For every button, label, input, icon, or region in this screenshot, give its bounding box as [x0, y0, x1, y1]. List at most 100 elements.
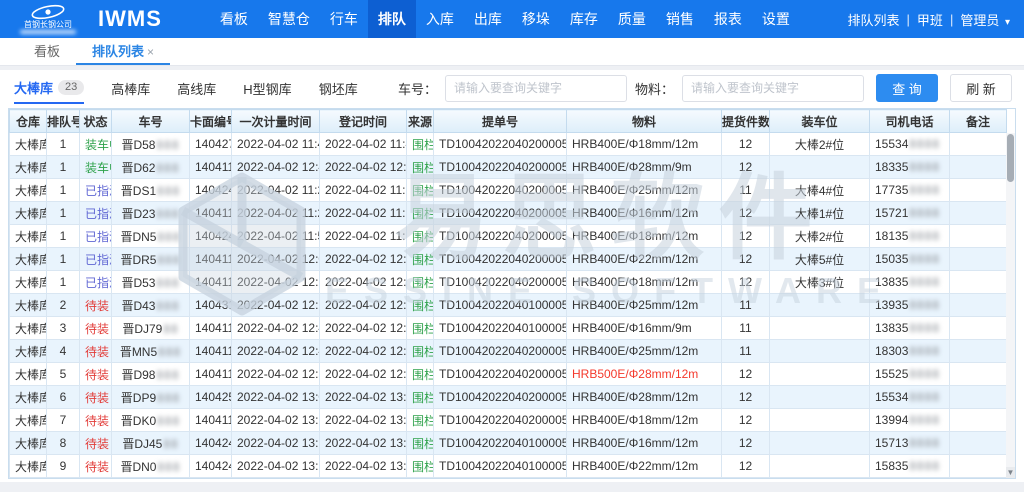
table-row[interactable]: 大棒库1已指派晋DS1888140424192022-04-02 11:2620… — [10, 179, 1007, 202]
cell-status: 装车中 — [80, 156, 112, 179]
table-row[interactable]: 大棒库7待装晋DK0888140411192022-04-02 13:11202… — [10, 409, 1007, 432]
cell-remark — [950, 363, 1007, 386]
refresh-button[interactable]: 刷 新 — [950, 74, 1012, 102]
cell-status: 待装 — [80, 294, 112, 317]
table-row[interactable]: 大棒库1已指派晋DR5888140411192022-04-02 12:0220… — [10, 248, 1007, 271]
cell-weigh-time: 2022-04-02 11:26 — [232, 179, 320, 202]
cell-phone: 139358888 — [870, 294, 950, 317]
cell-qty: 12 — [722, 225, 770, 248]
cell-register-time: 2022-04-02 11:28 — [320, 202, 407, 225]
cell-dock — [770, 317, 870, 340]
warehouse-tab-label: 大棒库 — [14, 78, 53, 97]
cell-status: 待装 — [80, 363, 112, 386]
table-row[interactable]: 大棒库1装车中晋D58888140427192022-04-02 11:4320… — [10, 133, 1007, 156]
scrollbar-thumb[interactable] — [1007, 134, 1014, 182]
nav-item-10[interactable]: 报表 — [704, 0, 752, 38]
nav-item-8[interactable]: 质量 — [608, 0, 656, 38]
cell-register-time: 2022-04-02 12:49 — [320, 340, 407, 363]
cell-queue-no: 9 — [47, 455, 80, 478]
cell-remark — [950, 386, 1007, 409]
nav-item-5[interactable]: 出库 — [464, 0, 512, 38]
cell-card-no: 14042419 — [190, 179, 232, 202]
cell-remark — [950, 179, 1007, 202]
warehouse-tabs: 大棒库 23 高棒库 高线库 H型钢库 钢坯库 — [14, 78, 358, 104]
cell-phone: 139948888 — [870, 409, 950, 432]
cell-phone: 157138888 — [870, 432, 950, 455]
cell-remark — [950, 271, 1007, 294]
table-row[interactable]: 大棒库8待装晋DJ4588140424192022-04-02 13:15202… — [10, 432, 1007, 455]
count-badge: 23 — [58, 80, 84, 95]
cell-qty: 12 — [722, 156, 770, 179]
nav-item-11[interactable]: 设置 — [752, 0, 800, 38]
app-title: IWMS — [98, 6, 162, 32]
cell-dock — [770, 386, 870, 409]
cell-bill-no: TD10042022040200005319 — [434, 409, 567, 432]
nav-item-7[interactable]: 库存 — [560, 0, 608, 38]
cell-source: 围栏 — [407, 271, 434, 294]
cell-bill-no: TD10042022040100005318 — [434, 432, 567, 455]
close-icon[interactable]: × — [147, 45, 154, 59]
cell-phone: 181358888 — [870, 225, 950, 248]
nav-item-9[interactable]: 销售 — [656, 0, 704, 38]
material-search-input[interactable] — [682, 75, 864, 102]
cell-queue-no: 1 — [47, 156, 80, 179]
table-row[interactable]: 大棒库1装车中晋D62888140411192022-04-02 12:4620… — [10, 156, 1007, 179]
table-row[interactable]: 大棒库5待装晋D98888140411192022-04-02 12:50202… — [10, 363, 1007, 386]
table-scrollbar[interactable]: ▼ — [1006, 133, 1015, 478]
cell-register-time: 2022-04-02 13:12 — [320, 409, 407, 432]
cell-bill-no: TD10042022040200005319 — [434, 179, 567, 202]
cell-weigh-time: 2022-04-02 12:24 — [232, 294, 320, 317]
nav-item-0[interactable]: 看板 — [210, 0, 258, 38]
cell-vehicle: 晋DJ4588 — [112, 432, 190, 455]
tab-dashboard[interactable]: 看板 — [18, 38, 76, 65]
query-button[interactable]: 查 询 — [876, 74, 938, 102]
cell-bill-no: TD10042022040200005319 — [434, 248, 567, 271]
table-row[interactable]: 大棒库4待装晋MN5888140411192022-04-02 12:49202… — [10, 340, 1007, 363]
cell-remark — [950, 409, 1007, 432]
cell-vehicle: 晋DS1888 — [112, 179, 190, 202]
table-row[interactable]: 大棒库1已指派晋D53888140411192022-04-02 12:2120… — [10, 271, 1007, 294]
col-bill-no: 提单号 — [434, 110, 567, 133]
cell-material: HRB400E/Φ18mm/12m — [567, 271, 722, 294]
cell-queue-no: 4 — [47, 340, 80, 363]
cell-qty: 12 — [722, 363, 770, 386]
nav-item-4[interactable]: 入库 — [416, 0, 464, 38]
cell-register-time: 2022-04-02 11:53 — [320, 225, 407, 248]
warehouse-tab-1[interactable]: 高棒库 — [111, 79, 150, 103]
cell-remark — [950, 225, 1007, 248]
table-row[interactable]: 大棒库2待装晋D43888140431192022-04-02 12:24202… — [10, 294, 1007, 317]
tab-queue-list[interactable]: 排队列表× — [76, 38, 170, 65]
warehouse-tab-2[interactable]: 高线库 — [177, 79, 216, 103]
warehouse-tab-4[interactable]: 钢坯库 — [319, 79, 358, 103]
col-register-time: 登记时间 — [320, 110, 407, 133]
cell-register-time: 2022-04-02 13:10 — [320, 386, 407, 409]
user-menu[interactable]: 管理员 ▾ — [960, 10, 1010, 29]
cell-warehouse: 大棒库 — [10, 156, 47, 179]
table-row[interactable]: 大棒库1已指派晋DN5888140424192022-04-02 11:5320… — [10, 225, 1007, 248]
cell-bill-no: TD10042022040200005320 — [434, 363, 567, 386]
table-row[interactable]: 大棒库6待装晋DP9888140425192022-04-02 13:09202… — [10, 386, 1007, 409]
table-row[interactable]: 大棒库3待装晋DJ7988140411192022-04-02 12:41202… — [10, 317, 1007, 340]
cell-queue-no: 1 — [47, 248, 80, 271]
scroll-down-arrow[interactable]: ▼ — [1006, 467, 1015, 478]
table-row[interactable]: 大棒库1已指派晋D23888140411192022-04-02 11:2820… — [10, 202, 1007, 225]
col-source: 来源 — [407, 110, 434, 133]
nav-item-3[interactable]: 排队 — [368, 0, 416, 38]
cell-status: 装车中 — [80, 133, 112, 156]
cell-source: 围栏 — [407, 386, 434, 409]
nav-item-1[interactable]: 智慧仓 — [258, 0, 320, 38]
cell-bill-no: TD10042022040200005319 — [434, 202, 567, 225]
cell-warehouse: 大棒库 — [10, 386, 47, 409]
cell-phone: 155258888 — [870, 363, 950, 386]
page-tabbar: 看板 排队列表× — [0, 38, 1024, 66]
warehouse-tab-0[interactable]: 大棒库 23 — [14, 78, 84, 104]
cell-bill-no: TD10042022040100005315 — [434, 455, 567, 478]
vehicle-search-input[interactable] — [445, 75, 627, 102]
table-row[interactable]: 大棒库9待装晋DN0888140424192022-04-02 13:18202… — [10, 455, 1007, 478]
nav-item-2[interactable]: 行车 — [320, 0, 368, 38]
cell-dock — [770, 294, 870, 317]
nav-item-6[interactable]: 移垛 — [512, 0, 560, 38]
cell-register-time: 2022-04-02 12:21 — [320, 271, 407, 294]
warehouse-tab-3[interactable]: H型钢库 — [243, 79, 291, 103]
cell-bill-no: TD10042022040200005319 — [434, 133, 567, 156]
